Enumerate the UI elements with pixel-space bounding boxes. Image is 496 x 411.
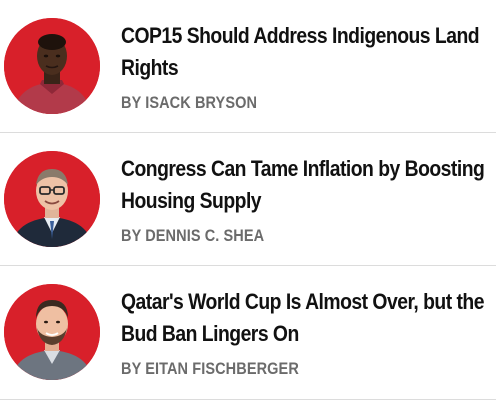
list-item: Congress Can Tame Inflation by Boosting … (0, 133, 496, 266)
author-avatar[interactable] (4, 284, 100, 380)
list-item: Qatar's World Cup Is Almost Over, but th… (0, 266, 496, 400)
author-photo (4, 18, 100, 114)
article-text: Qatar's World Cup Is Almost Over, but th… (121, 286, 493, 379)
article-headline[interactable]: Qatar's World Cup Is Almost Over, but th… (121, 286, 491, 350)
article-headline[interactable]: COP15 Should Address Indigenous Land Rig… (121, 20, 491, 84)
author-byline[interactable]: BY ISACK BRYSON (121, 93, 448, 113)
article-text: COP15 Should Address Indigenous Land Rig… (121, 20, 493, 113)
author-byline[interactable]: BY DENNIS C. SHEA (121, 226, 448, 246)
list-item: COP15 Should Address Indigenous Land Rig… (0, 0, 496, 133)
author-avatar[interactable] (4, 18, 100, 114)
author-byline[interactable]: BY EITAN FISCHBERGER (121, 359, 448, 379)
article-text: Congress Can Tame Inflation by Boosting … (121, 153, 493, 246)
author-photo (4, 151, 100, 247)
article-list: COP15 Should Address Indigenous Land Rig… (0, 0, 496, 411)
author-photo (4, 284, 100, 380)
author-avatar[interactable] (4, 151, 100, 247)
article-headline[interactable]: Congress Can Tame Inflation by Boosting … (121, 153, 491, 217)
